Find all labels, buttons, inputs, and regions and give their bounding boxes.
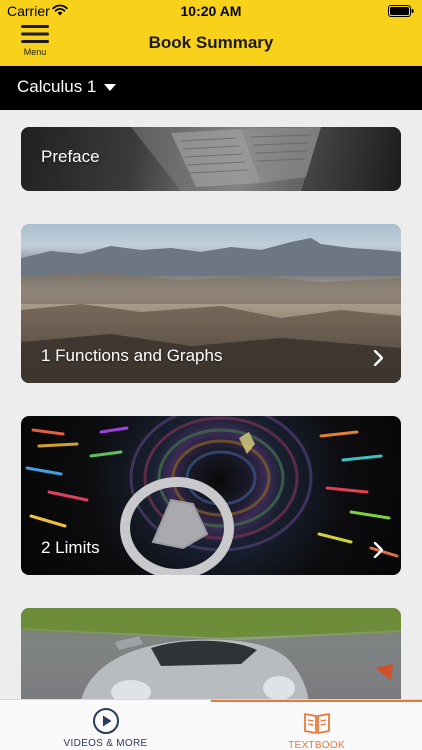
book-selector-bar: Calculus 1 — [0, 66, 422, 110]
silver-sports-car-photo — [21, 608, 401, 700]
chapter-card-functions-and-graphs[interactable]: 1 Functions and Graphs — [21, 224, 401, 383]
open-book-icon — [303, 713, 330, 734]
page-title: Book Summary — [148, 33, 274, 52]
tab-textbook[interactable]: TEXTBOOK — [211, 700, 422, 750]
chapter-title: Preface — [41, 147, 100, 166]
caret-down-icon — [104, 83, 117, 91]
battery-icon — [388, 5, 414, 17]
tab-label: VIDEOS & MORE — [63, 738, 148, 749]
chapter-card-preface[interactable]: Preface — [21, 127, 401, 191]
tab-label: TEXTBOOK — [288, 740, 345, 750]
tab-videos-and-more[interactable]: VIDEOS & MORE — [0, 700, 211, 750]
bottom-tab-bar: VIDEOS & MORE TEXTBOOK — [0, 699, 422, 750]
chapter-title: 2 Limits — [41, 538, 100, 557]
app-header: Carrier 10:20 AM Menu Book Summary — [0, 0, 422, 66]
book-selector-dropdown[interactable]: Calculus 1 — [17, 77, 117, 97]
chevron-right-icon — [373, 350, 383, 366]
chapter-list: Preface 1 Functions and Graphs 2 Limits — [0, 110, 422, 700]
play-circle-icon — [92, 708, 119, 734]
status-time: 10:20 AM — [180, 3, 242, 19]
status-bar: Carrier 10:20 AM — [0, 0, 422, 22]
book-selector-value: Calculus 1 — [17, 77, 97, 96]
chapter-card-next[interactable] — [21, 608, 401, 700]
chevron-right-icon — [373, 542, 383, 558]
chapter-card-limits[interactable]: 2 Limits — [21, 416, 401, 575]
chapter-title: 1 Functions and Graphs — [41, 346, 223, 365]
